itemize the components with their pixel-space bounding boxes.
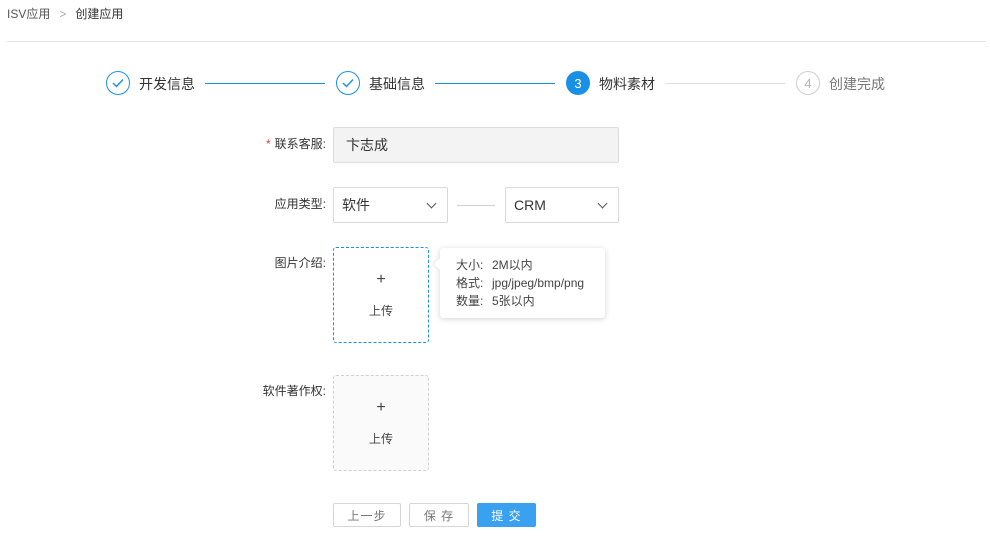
breadcrumb-current: 创建应用 xyxy=(75,7,124,21)
app-type-select[interactable]: 软件 xyxy=(333,187,448,223)
plus-icon: + xyxy=(376,398,386,416)
images-upload-label: 上传 xyxy=(368,303,393,318)
plus-icon: + xyxy=(376,270,386,288)
contact-input-value: 卞志成 xyxy=(346,137,388,153)
upload-requirements-tooltip: 大小: 2M以内 格式: jpg/jpeg/bmp/png 数量: 5张以内 xyxy=(433,248,605,318)
step-3-label: 物料素材 xyxy=(599,76,655,92)
app-subtype-select[interactable]: CRM xyxy=(505,187,619,223)
contact-label: * 联系客服: xyxy=(265,137,326,151)
copyright-label: 软件著作权: xyxy=(262,384,326,398)
step-4-label: 创建完成 xyxy=(829,76,885,92)
header-divider xyxy=(7,41,986,42)
contact-input[interactable]: 卞志成 xyxy=(333,127,619,163)
step-3-number: 3 xyxy=(566,71,590,95)
breadcrumb: ISV应用 > 创建应用 xyxy=(7,6,123,22)
step-connector-1 xyxy=(205,83,325,84)
step-1-check-icon xyxy=(106,71,130,95)
images-upload[interactable]: + 上传 xyxy=(333,247,429,343)
prev-step-button[interactable]: 上一步 xyxy=(333,503,401,527)
step-2-label: 基础信息 xyxy=(369,76,425,92)
copyright-upload[interactable]: + 上传 xyxy=(333,375,429,471)
tooltip-arrow xyxy=(433,258,445,270)
step-connector-3 xyxy=(665,83,785,84)
chevron-down-icon xyxy=(597,198,608,208)
select-separator xyxy=(457,205,495,206)
breadcrumb-separator: > xyxy=(59,7,67,21)
step-connector-2 xyxy=(435,83,555,84)
tooltip-format-row: 格式: jpg/jpeg/bmp/png xyxy=(456,276,585,290)
chevron-down-icon xyxy=(426,198,437,208)
copyright-upload-label: 上传 xyxy=(368,431,393,446)
tooltip-count-row: 数量: 5张以内 xyxy=(456,294,535,308)
app-subtype-select-value: CRM xyxy=(514,197,546,213)
breadcrumb-root-link[interactable]: ISV应用 xyxy=(7,6,50,22)
required-mark: * xyxy=(265,137,271,151)
app-type-label: 应用类型: xyxy=(274,197,326,211)
images-label: 图片介绍: xyxy=(274,256,326,270)
step-4-number: 4 xyxy=(796,71,820,95)
save-button[interactable]: 保 存 xyxy=(409,503,469,527)
submit-button[interactable]: 提 交 xyxy=(477,503,536,527)
step-1-label: 开发信息 xyxy=(139,76,195,92)
tooltip-size-row: 大小: 2M以内 xyxy=(456,258,533,272)
app-type-select-value: 软件 xyxy=(342,197,370,213)
step-2-check-icon xyxy=(336,71,360,95)
